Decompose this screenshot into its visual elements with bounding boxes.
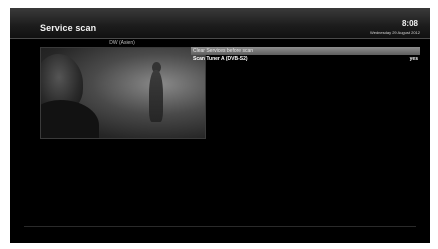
option-label: Scan Tuner A (DVB-S2): [193, 56, 248, 62]
footer-divider: [24, 226, 416, 227]
page-title: Service scan: [40, 23, 97, 33]
option-clear-services[interactable]: Clear Services before scan: [191, 47, 420, 55]
tv-screen: Service scan 8:08 Wednesday 29 August 20…: [10, 8, 430, 243]
preview-standing-figure: [149, 70, 163, 122]
clock: 8:08: [401, 19, 418, 28]
date: Wednesday 29 August 2012: [370, 30, 420, 35]
option-value: yes: [409, 56, 418, 62]
header-bar: Service scan 8:08 Wednesday 29 August 20…: [10, 8, 430, 39]
video-preview: [40, 47, 206, 139]
preview-shoulder-silhouette: [41, 100, 99, 138]
option-label: Clear Services before scan: [193, 48, 254, 54]
preview-channel-name: DW (Asien): [109, 40, 135, 46]
scan-options-list: Clear Services before scan Scan Tuner A …: [191, 47, 420, 63]
option-scan-tuner-a[interactable]: Scan Tuner A (DVB-S2) yes: [191, 55, 420, 63]
